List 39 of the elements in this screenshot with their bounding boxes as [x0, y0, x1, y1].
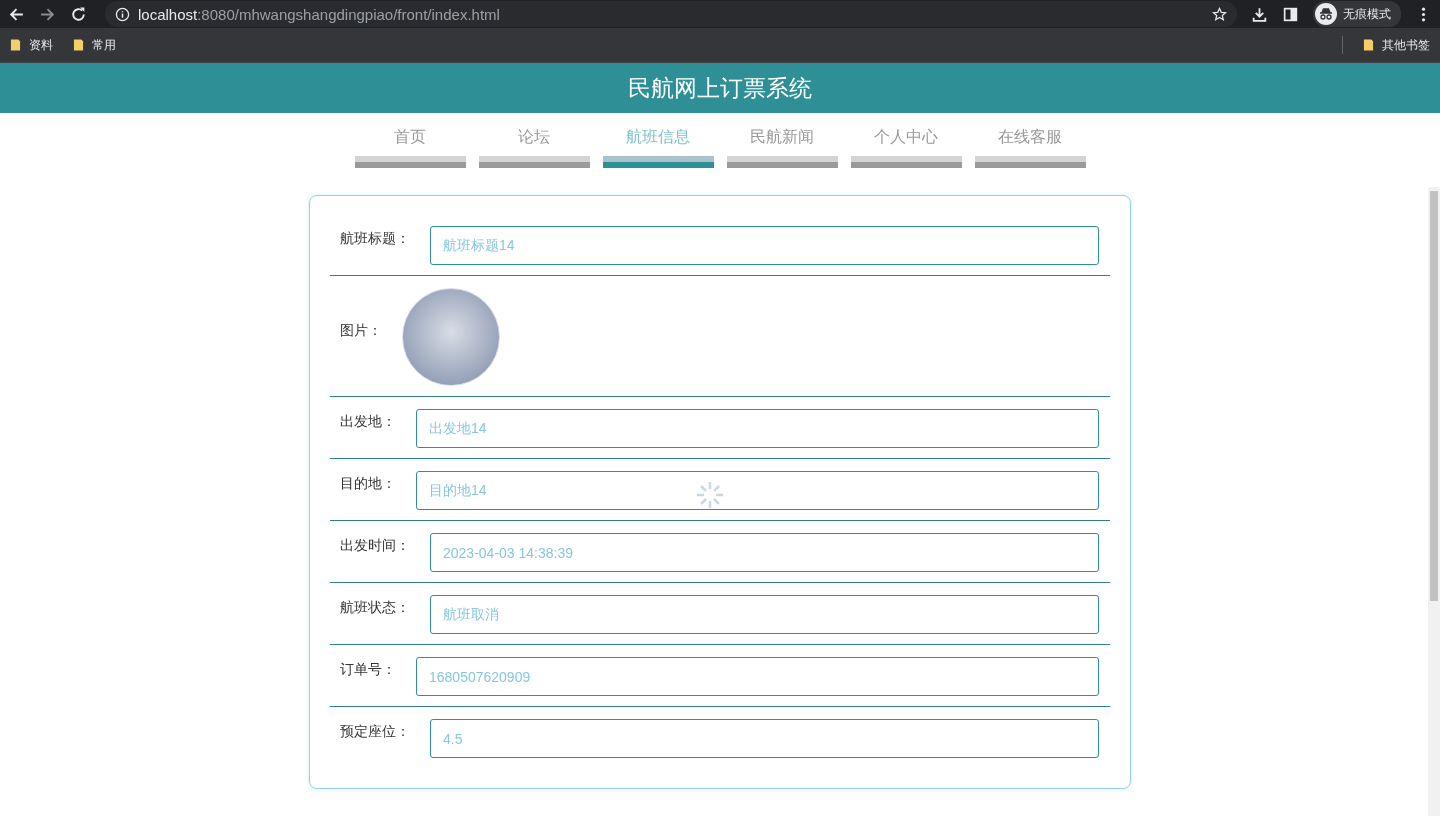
download-icon[interactable]	[1251, 5, 1268, 23]
profile-button[interactable]: 无痕模式	[1313, 1, 1401, 27]
folder-icon	[73, 38, 84, 52]
field-label: 出发地：	[340, 413, 396, 431]
incognito-icon	[1315, 3, 1337, 25]
reload-icon[interactable]	[70, 5, 87, 23]
bookmark-folder[interactable]: 其他书签	[1363, 36, 1430, 54]
input-field[interactable]: 航班标题14	[430, 226, 1099, 265]
nav-tab[interactable]: 在线客服	[974, 127, 1086, 168]
bookmark-folder[interactable]: 常用	[73, 36, 116, 54]
input-field[interactable]: 1680507620909	[416, 657, 1099, 696]
input-field[interactable]: 出发地14	[416, 409, 1099, 448]
input-field[interactable]: 目的地14	[416, 471, 1099, 510]
nav-tab[interactable]: 个人中心	[850, 127, 962, 168]
side-panel-icon[interactable]	[1282, 5, 1299, 23]
nav-tab[interactable]: 航班信息	[602, 127, 714, 168]
address-bar[interactable]: localhost:8080/mhwangshangdingpiao/front/index.html	[105, 1, 1237, 27]
info-icon	[115, 6, 130, 22]
nav-tab[interactable]: 论坛	[478, 127, 590, 168]
field-label: 订单号：	[340, 661, 396, 679]
folder-icon	[1363, 38, 1374, 52]
bookmark-folder[interactable]: 资料	[10, 36, 53, 54]
input-field[interactable]: 2023-04-03 14:38:39	[430, 533, 1099, 572]
loading-spinner-icon	[694, 479, 726, 511]
field-label: 预定座位：	[340, 723, 410, 741]
field-label: 航班状态：	[340, 599, 410, 617]
field-label: 航班标题：	[340, 230, 410, 248]
field-label: 图片：	[340, 322, 382, 340]
folder-icon	[10, 38, 21, 52]
input-field[interactable]: 4.5	[430, 719, 1099, 758]
nav-tab[interactable]: 民航新闻	[726, 127, 838, 168]
url-text: localhost:8080/mhwangshangdingpiao/front/index.html	[138, 5, 501, 23]
star-icon[interactable]	[1212, 6, 1227, 22]
field-label: 目的地：	[340, 475, 396, 493]
input-field[interactable]: 航班取消	[430, 595, 1099, 634]
nav-tab[interactable]: 首页	[354, 127, 466, 168]
field-label: 出发时间：	[340, 537, 410, 555]
site-title: 民航网上订票系统	[628, 73, 812, 103]
scrollbar[interactable]	[1428, 187, 1440, 816]
